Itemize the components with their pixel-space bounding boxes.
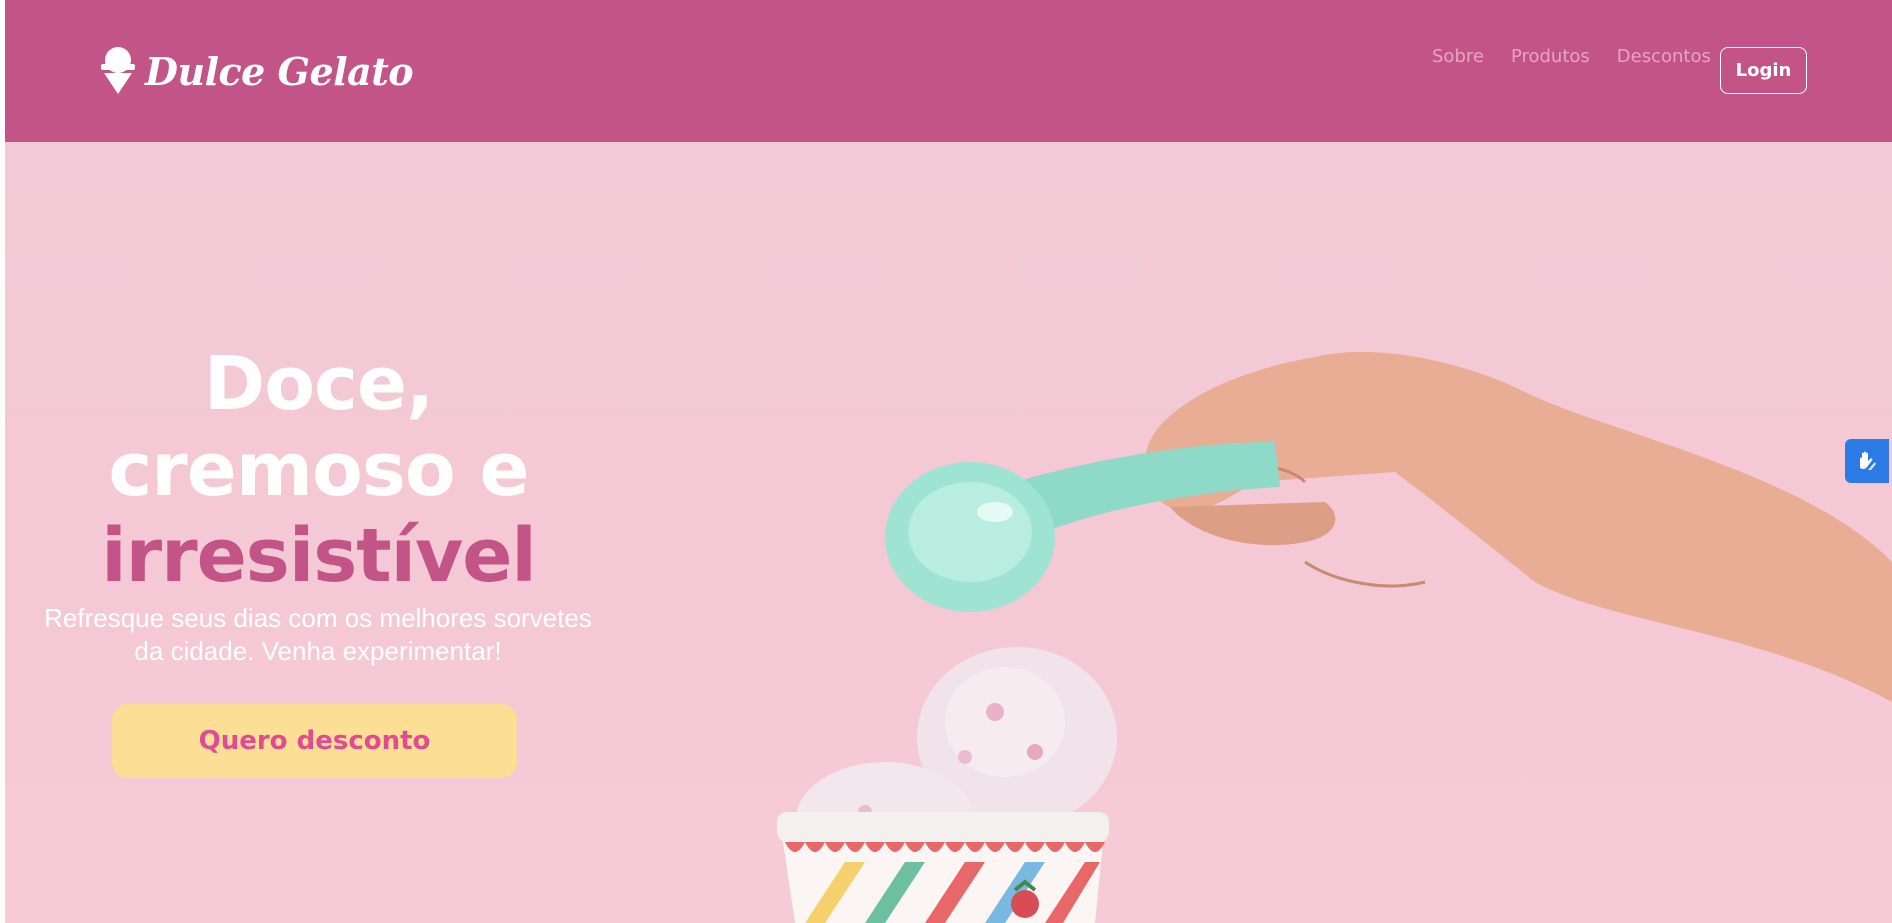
- main-nav: Sobre Produtos Descontos: [1432, 46, 1711, 67]
- hand-illustration: [1144, 351, 1892, 702]
- brand-logo[interactable]: Dulce Gelato: [98, 46, 414, 96]
- hero-headline-line-2: cremoso e: [108, 427, 529, 513]
- hero-section: Doce, cremoso e irresistível Refresque s…: [5, 142, 1892, 923]
- nav-link-descontos[interactable]: Descontos: [1617, 46, 1711, 67]
- nav-link-sobre[interactable]: Sobre: [1432, 46, 1484, 67]
- site-header: Dulce Gelato Sobre Produtos Descontos Lo…: [5, 0, 1892, 142]
- hero-subtitle: Refresque seus dias com os melhores sorv…: [44, 603, 592, 666]
- discount-cta-button[interactable]: Quero desconto: [112, 704, 517, 778]
- ice-cream-icon: [101, 47, 135, 94]
- hero-headline-line-1: Doce,: [203, 341, 434, 427]
- login-button[interactable]: Login: [1720, 47, 1807, 94]
- page: Dulce Gelato Sobre Produtos Descontos Lo…: [5, 0, 1892, 923]
- accessibility-widget-button[interactable]: [1845, 439, 1889, 483]
- nav-link-produtos[interactable]: Produtos: [1511, 46, 1590, 67]
- sign-language-hands-icon: [1860, 451, 1876, 470]
- brand-name: Dulce Gelato: [145, 48, 414, 94]
- hero-headline-line-3: irresistível: [101, 513, 537, 599]
- cup-illustration: [777, 812, 1109, 923]
